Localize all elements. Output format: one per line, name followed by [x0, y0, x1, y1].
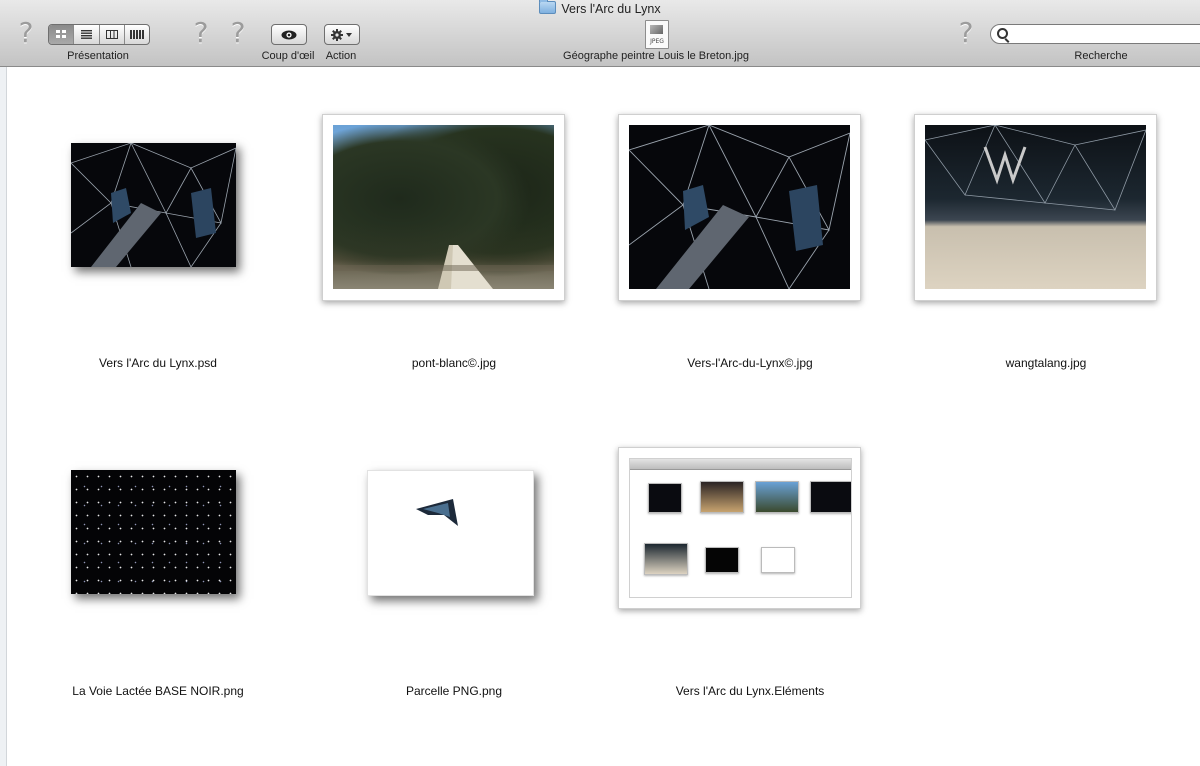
missing-item-icon[interactable]: ?	[228, 18, 248, 48]
file-thumbnail	[629, 458, 852, 598]
column-view-button[interactable]	[100, 25, 125, 44]
gallery-hall-image	[925, 125, 1146, 211]
file-item[interactable]: Vers l'Arc du Lynx.Eléments	[602, 402, 898, 732]
selected-file-name: Géographe peintre Louis le Breton.jpg	[563, 50, 749, 62]
sidebar-edge	[0, 67, 7, 766]
file-name: pont-blanc©.jpg	[411, 356, 497, 370]
file-name: Vers l'Arc du Lynx.psd	[99, 356, 217, 370]
geodesic-dome-image	[629, 125, 850, 289]
search-icon	[997, 28, 1008, 39]
mini-toolbar	[630, 459, 851, 470]
search-input[interactable]	[1013, 26, 1193, 40]
file-item[interactable]: Vers-l'Arc-du-Lynx©.jpg	[602, 74, 898, 404]
file-thumbnail	[925, 125, 1146, 289]
window-title-text: Vers l'Arc du Lynx	[561, 2, 661, 16]
quicklook-button[interactable]	[271, 24, 307, 45]
gear-icon	[331, 28, 352, 41]
column-view-icon	[105, 30, 118, 39]
file-name: Vers-l'Arc-du-Lynx©.jpg	[687, 356, 813, 370]
mini-thumbnail	[755, 481, 799, 513]
missing-item-icon[interactable]: ?	[956, 18, 976, 48]
jpeg-file-icon[interactable]: JPEG	[645, 20, 669, 49]
view-mode-segmented-control	[48, 24, 150, 45]
search-label: Recherche	[1074, 50, 1128, 62]
file-item[interactable]: Vers l'Arc du Lynx.psd	[10, 74, 306, 404]
file-name: Vers l'Arc du Lynx.Eléments	[675, 684, 825, 698]
file-thumbnail	[71, 470, 236, 594]
mini-thumbnail	[644, 543, 688, 575]
file-thumbnail	[367, 470, 534, 596]
quicklook-label: Coup d'œil	[261, 50, 315, 62]
action-label: Action	[325, 50, 357, 62]
missing-item-icon[interactable]: ?	[191, 18, 211, 48]
file-item[interactable]: wangtalang.jpg	[898, 74, 1194, 404]
file-name: wangtalang.jpg	[1005, 356, 1087, 370]
list-view-button[interactable]	[74, 25, 100, 44]
action-button[interactable]	[324, 24, 360, 45]
icon-view-button[interactable]	[49, 25, 75, 44]
missing-item-icon[interactable]: ?	[16, 18, 36, 48]
file-thumbnail	[71, 143, 236, 267]
jpeg-file-icon-text: JPEG	[650, 38, 664, 45]
coverflow-view-icon	[129, 30, 144, 39]
folder-icon	[539, 0, 557, 14]
file-item[interactable]: pont-blanc©.jpg	[306, 74, 602, 404]
window-toolbar: Vers l'Arc du Lynx ? Présentation ? ? Co…	[0, 0, 1200, 67]
presentation-label: Présentation	[67, 50, 129, 62]
white-bridge-image	[333, 245, 554, 289]
search-field[interactable]	[990, 24, 1200, 44]
geodesic-dome-image	[71, 143, 236, 267]
file-thumbnail	[629, 125, 850, 289]
list-view-icon	[80, 30, 92, 39]
file-item[interactable]: La Voie Lactée BASE NOIR.png	[10, 402, 306, 732]
eye-icon	[281, 30, 297, 39]
mini-thumbnail	[648, 483, 682, 513]
mini-thumbnail	[810, 481, 851, 513]
mini-thumbnail	[700, 481, 744, 513]
file-item[interactable]: Parcelle PNG.png	[306, 402, 602, 732]
file-name: Parcelle PNG.png	[405, 684, 503, 698]
jpeg-file-preview	[650, 25, 663, 34]
file-thumbnail	[333, 125, 554, 289]
icon-view-icon	[55, 30, 66, 38]
file-name: La Voie Lactée BASE NOIR.png	[72, 684, 244, 698]
mini-thumbnail	[705, 547, 739, 573]
window-title: Vers l'Arc du Lynx	[0, 0, 1200, 16]
mini-thumbnail	[761, 547, 795, 573]
coverflow-view-button[interactable]	[125, 25, 149, 44]
chevron-down-icon	[346, 32, 352, 37]
parcel-shape-image	[416, 499, 458, 526]
